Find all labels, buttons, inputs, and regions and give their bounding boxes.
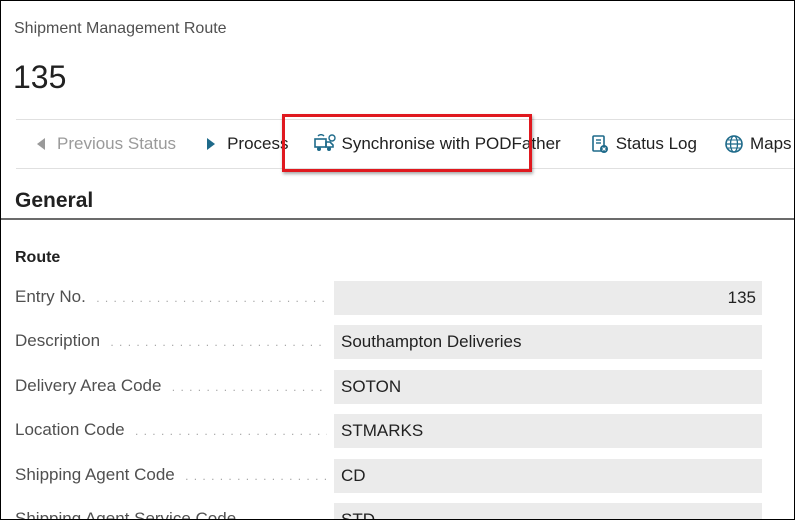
entry-no-label: Entry No. — [15, 287, 327, 309]
synchronise-podfather-label: Synchronise with PODFather — [341, 134, 561, 153]
field-shipping-agent-service-code: Shipping Agent Service Code STD — [15, 503, 762, 519]
delivery-area-code-label: Delivery Area Code — [15, 376, 327, 398]
maps-button[interactable]: Maps — [723, 121, 792, 167]
field-delivery-area-code: Delivery Area Code SOTON — [15, 370, 762, 404]
entry-no-value[interactable]: 135 — [334, 281, 762, 315]
description-value[interactable]: Southampton Deliveries — [334, 325, 762, 359]
shipping-agent-service-code-value[interactable]: STD — [334, 503, 762, 519]
status-log-label: Status Log — [615, 134, 697, 153]
previous-status-label: Previous Status — [57, 134, 177, 153]
process-button[interactable]: Process — [200, 121, 288, 167]
previous-status-button[interactable]: Previous Status — [30, 121, 176, 167]
location-code-label: Location Code — [15, 420, 327, 442]
synchronise-podfather-button[interactable]: Synchronise with PODFather — [314, 121, 561, 167]
page-title: 135 — [13, 59, 67, 95]
field-location-code: Location Code STMARKS — [15, 414, 762, 448]
group-title-route: Route — [15, 249, 61, 266]
truck-sync-icon — [314, 133, 337, 155]
field-description: Description Southampton Deliveries — [15, 325, 762, 359]
shipping-agent-code-label: Shipping Agent Code — [15, 465, 327, 487]
page-frame: Shipment Management Route 135 Previous S… — [0, 0, 795, 520]
field-shipping-agent-code: Shipping Agent Code CD — [15, 459, 762, 493]
action-bar: Previous Status Process Synchronise with… — [16, 119, 794, 169]
description-label: Description — [15, 331, 327, 353]
status-log-button[interactable]: Status Log — [589, 121, 697, 167]
page-caption: Shipment Management Route — [14, 20, 227, 37]
maps-label: Maps — [749, 134, 792, 153]
globe-icon — [723, 133, 745, 155]
section-title-general[interactable]: General — [15, 189, 93, 213]
location-code-value[interactable]: STMARKS — [334, 414, 762, 448]
shipping-agent-code-value[interactable]: CD — [334, 459, 762, 493]
section-divider — [1, 218, 794, 220]
field-entry-no: Entry No. 135 — [15, 281, 762, 315]
process-label: Process — [227, 134, 289, 153]
triangle-left-icon — [30, 133, 52, 155]
shipping-agent-service-code-label: Shipping Agent Service Code — [15, 509, 327, 519]
log-icon — [589, 133, 611, 155]
play-icon — [200, 133, 222, 155]
delivery-area-code-value[interactable]: SOTON — [334, 370, 762, 404]
